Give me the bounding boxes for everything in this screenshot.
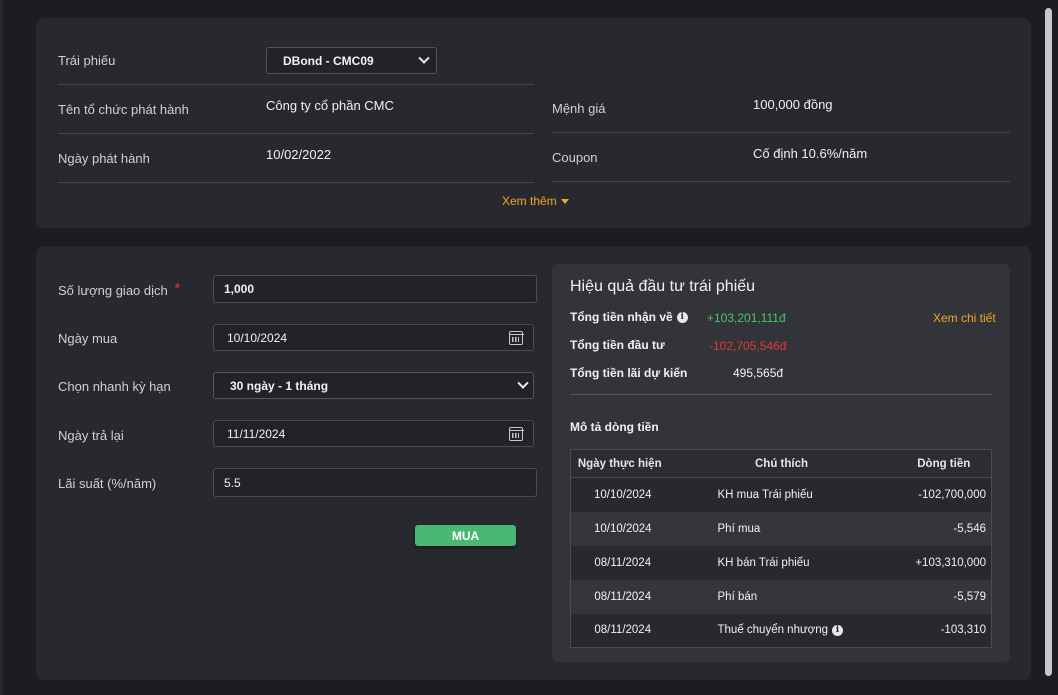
total-invested-value: -102,705,546đ xyxy=(709,339,787,353)
divider xyxy=(58,84,534,85)
cell-date: 08/11/2024 xyxy=(570,613,667,648)
return-date-input[interactable]: 11/11/2024 xyxy=(213,420,534,447)
cell-note-wrap: Thuế chuyển nhượng i xyxy=(666,613,897,648)
rate-value: 5.5 xyxy=(224,475,241,490)
return-date-label: Ngày trả lại xyxy=(58,428,124,443)
bond-label: Trái phiếu xyxy=(58,53,116,68)
coupon-label: Coupon xyxy=(552,150,598,165)
cell-note-wrap: KH mua Trái phiếu xyxy=(666,477,897,512)
cell-note: KH bán Trái phiếu xyxy=(717,556,810,569)
quantity-label: Số lượng giao dịch xyxy=(58,283,168,298)
cell-amount: -103,310 xyxy=(896,613,992,648)
divider xyxy=(58,133,534,134)
cell-date: 10/10/2024 xyxy=(570,477,667,512)
cell-note-wrap: Phí mua xyxy=(666,511,897,546)
issue-date-value: 10/02/2022 xyxy=(266,147,332,162)
face-value-label: Mệnh giá xyxy=(552,101,606,116)
cell-note: Thuế chuyển nhượng xyxy=(717,624,829,637)
rate-label: Lãi suất (%/năm) xyxy=(58,476,157,491)
see-more-link[interactable]: Xem thêm xyxy=(502,194,569,208)
cell-note: Phí bán xyxy=(717,590,758,603)
table-row: 10/10/2024 KH mua Trái phiếu -102,700,000 xyxy=(570,477,992,512)
cashflow-title: Mô tả dòng tiền xyxy=(570,420,659,434)
table-header-row: Ngày thực hiện Chú thích Dòng tiền xyxy=(570,449,992,478)
cell-note-wrap: Phí bán xyxy=(666,579,897,614)
cashflow-table: Ngày thực hiện Chú thích Dòng tiền 10/10… xyxy=(570,449,992,648)
issuer-value: Công ty cổ phần CMC xyxy=(266,98,394,113)
chevron-down-icon xyxy=(418,52,430,64)
quantity-label-wrap: Số lượng giao dịch * xyxy=(58,280,181,299)
see-more-label: Xem thêm xyxy=(502,194,557,208)
divider xyxy=(58,182,534,183)
buy-date-value: 10/10/2024 xyxy=(227,330,288,345)
cell-date: 08/11/2024 xyxy=(570,579,667,614)
term-label: Chọn nhanh kỳ hạn xyxy=(58,379,171,394)
cell-amount: +103,310,000 xyxy=(896,545,992,580)
required-mark: * xyxy=(174,280,181,297)
quantity-input[interactable]: 1,000 xyxy=(213,275,537,303)
total-invested-label: Tổng tiền đầu tư xyxy=(570,338,665,352)
calendar-icon[interactable] xyxy=(508,426,524,441)
bond-select-value: DBond - CMC09 xyxy=(283,53,374,68)
divider xyxy=(552,181,1010,182)
table-row: 08/11/2024 Phí bán -5,579 xyxy=(570,579,992,614)
term-value: 30 ngày - 1 tháng xyxy=(230,378,329,393)
total-received-label-wrap: Tổng tiền nhận về i xyxy=(570,310,688,324)
issuer-label: Tên tổ chức phát hành xyxy=(58,102,189,117)
cell-date: 10/10/2024 xyxy=(570,511,667,546)
cell-amount: -5,579 xyxy=(896,579,992,614)
expected-interest-label: Tổng tiền lãi dự kiến xyxy=(570,366,688,380)
cell-amount: -102,700,000 xyxy=(896,477,992,512)
column-header-note: Chú thích xyxy=(666,449,897,478)
expected-interest-value: 495,565đ xyxy=(733,366,784,380)
return-date-value: 11/11/2024 xyxy=(227,426,286,441)
performance-title: Hiệu quả đầu tư trái phiếu xyxy=(570,278,756,295)
buy-date-input[interactable]: 10/10/2024 xyxy=(213,324,534,351)
left-edge xyxy=(0,0,3,695)
column-header-amount: Dòng tiền xyxy=(896,449,992,478)
rate-input[interactable]: 5.5 xyxy=(213,468,537,497)
total-received-label: Tổng tiền nhận về xyxy=(570,310,673,324)
table-row: 10/10/2024 Phí mua -5,546 xyxy=(570,511,992,546)
issue-date-label: Ngày phát hành xyxy=(58,151,150,166)
view-detail-link[interactable]: Xem chi tiết xyxy=(933,311,996,325)
divider xyxy=(552,132,1010,133)
buy-button[interactable]: MUA xyxy=(415,525,516,546)
cell-date: 08/11/2024 xyxy=(570,545,667,580)
chevron-down-icon xyxy=(517,377,529,389)
term-select[interactable]: 30 ngày - 1 tháng xyxy=(213,372,534,399)
cell-amount: -5,546 xyxy=(896,511,992,546)
table-row: 08/11/2024 KH bán Trái phiếu +103,310,000 xyxy=(570,545,992,580)
buy-date-label: Ngày mua xyxy=(58,331,118,346)
table-row: 08/11/2024 Thuế chuyển nhượng i -103,310 xyxy=(570,613,992,648)
total-received-value: +103,201,111đ xyxy=(707,311,786,325)
face-value-value: 100,000 đồng xyxy=(753,97,833,112)
caret-down-icon xyxy=(560,198,569,204)
divider xyxy=(570,394,992,395)
quantity-value: 1,000 xyxy=(224,282,255,296)
cell-note: KH mua Trái phiếu xyxy=(717,488,813,501)
calendar-icon[interactable] xyxy=(508,330,524,345)
coupon-value: Cố định 10.6%/năm xyxy=(753,146,868,161)
scrollbar-thumb[interactable] xyxy=(1045,8,1052,676)
cell-note-wrap: KH bán Trái phiếu xyxy=(666,545,897,580)
info-icon[interactable]: i xyxy=(676,311,688,323)
cell-note: Phí mua xyxy=(717,522,761,535)
column-header-date: Ngày thực hiện xyxy=(570,449,667,478)
info-icon[interactable]: i xyxy=(832,624,844,636)
bond-select[interactable]: DBond - CMC09 xyxy=(266,47,437,74)
